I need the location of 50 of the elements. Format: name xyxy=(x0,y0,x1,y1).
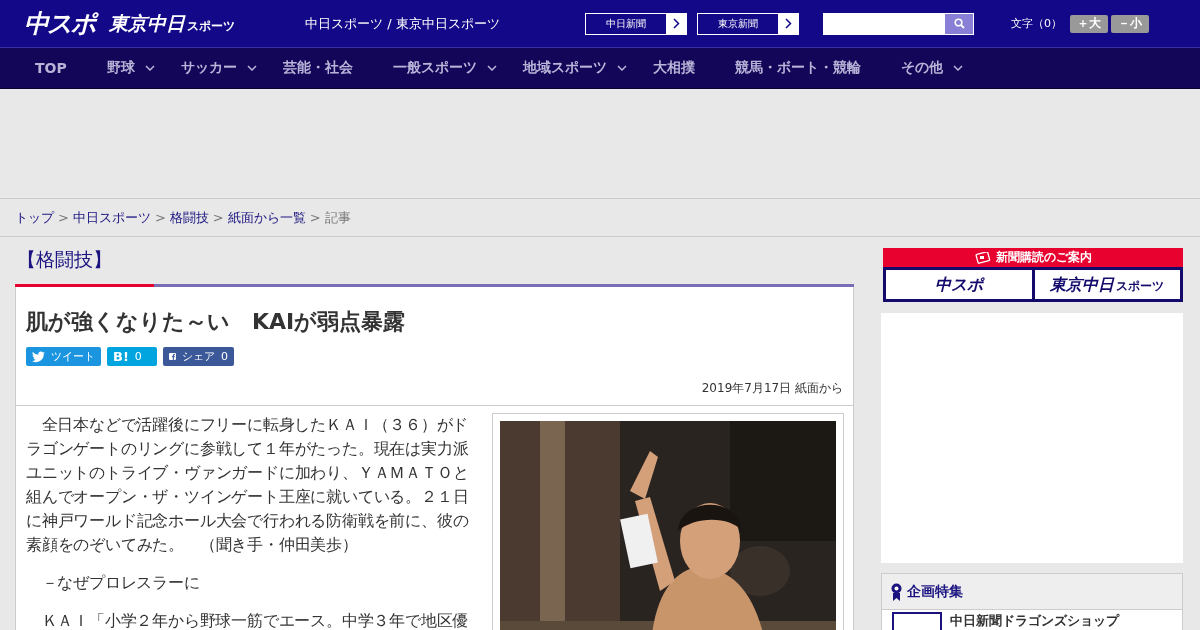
breadcrumb-link[interactable]: トップ xyxy=(15,208,54,227)
article-paragraph: ＫＡＩ「小学２年から野球一筋でエース。中学３年で地区優 xyxy=(40,611,470,630)
chevron-right-icon xyxy=(784,18,792,29)
nav-item[interactable]: 一般スポーツ xyxy=(392,59,497,77)
newspaper-logo[interactable]: 東京中日スポーツ xyxy=(1034,270,1180,299)
feature-item[interactable]: 中日新聞ドラゴンズショップ xyxy=(882,610,1182,630)
nav-item[interactable]: サッカー xyxy=(180,59,257,77)
site-tagline: 中日スポーツ / 東京中日スポーツ xyxy=(305,14,501,33)
breadcrumb-separator: > xyxy=(154,210,166,225)
sub-logo[interactable]: 東京中日スポーツ xyxy=(109,10,235,37)
nav-item[interactable]: その他 xyxy=(900,59,963,77)
subscribe-banner[interactable]: 新聞購読のご案内 中スポ 東京中日スポーツ xyxy=(883,248,1183,302)
ticket-icon xyxy=(974,251,991,264)
breadcrumb-link[interactable]: 中日スポーツ xyxy=(72,208,151,227)
facebook-icon xyxy=(169,350,176,363)
article-paragraph: －なぜプロレスラーに xyxy=(40,573,201,594)
nav-item[interactable]: 競馬・ボート・競輪 xyxy=(734,59,861,77)
share-button[interactable]: シェア 0 xyxy=(163,347,234,366)
bird-icon xyxy=(32,350,45,363)
search-field[interactable] xyxy=(823,12,974,35)
newspaper-logo[interactable]: 中スポ xyxy=(886,270,1032,299)
chevron-down-icon xyxy=(486,65,497,71)
breadcrumb-link[interactable]: 格闘技 xyxy=(169,208,209,227)
breadcrumb-current: 記事 xyxy=(324,208,351,227)
search-button[interactable] xyxy=(945,13,973,34)
breadcrumb-separator: > xyxy=(309,210,321,225)
breadcrumb-separator: > xyxy=(58,210,69,225)
article-paragraph: 全日本などで活躍後にフリーに転身したＫＡＩ（３６）がドラゴンゲートのリングに参戦して１年がたった。現在は実力派ユニットのトライブ・ヴァンガードに加わり、ＹＡＭＡＴＯと組んでオープン・ザ・ツインゲート王座に就いている。２１日に神戸ワールド記念ホール大会で行われる防衛戦を前に、彼の素顔をのぞいてみた。 （聞き手・仲田美歩） xyxy=(26,415,470,556)
font-size-label: 文字（0） xyxy=(1011,16,1062,31)
chevron-down-icon xyxy=(952,65,963,71)
subscribe-title: 新聞購読のご案内 xyxy=(995,249,1092,266)
chevron-down-icon xyxy=(246,65,257,71)
breadcrumb-link[interactable]: 紙面から一覧 xyxy=(227,208,306,227)
article-date: 2019年7月17日 紙面から xyxy=(700,380,843,397)
category-heading: 【格闘技】 xyxy=(16,247,113,272)
nav-item[interactable]: 地域スポーツ xyxy=(522,59,627,77)
nav-item[interactable]: TOP xyxy=(35,60,67,76)
ribbon-icon xyxy=(891,582,902,601)
nav-item[interactable]: 野球 xyxy=(106,59,155,77)
newspaper-link[interactable]: 中日新聞 xyxy=(585,12,687,35)
feature-title: 企画特集 xyxy=(907,582,963,601)
nav-item[interactable]: 大相撲 xyxy=(652,59,695,77)
search-icon xyxy=(953,18,965,29)
article-title: 肌が強くなりた～い KAIが弱点暴露 xyxy=(26,308,407,336)
breadcrumb-separator: > xyxy=(212,210,224,225)
chevron-down-icon xyxy=(616,65,627,71)
chevron-down-icon xyxy=(144,65,155,71)
nav-item[interactable]: 芸能・社会 xyxy=(282,59,353,77)
newspaper-link[interactable]: 東京新聞 xyxy=(697,12,799,35)
chevron-right-icon xyxy=(672,18,680,29)
